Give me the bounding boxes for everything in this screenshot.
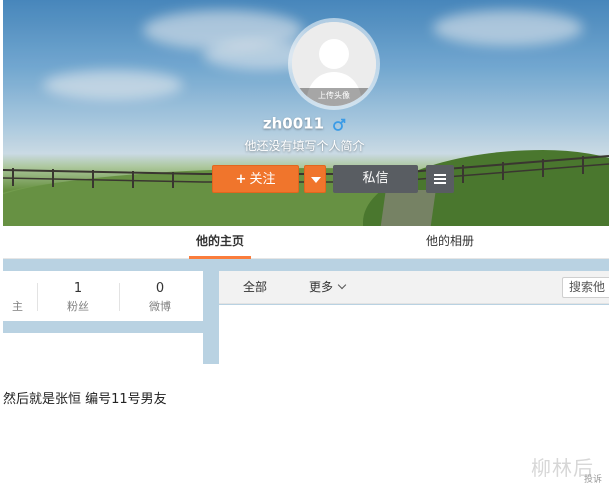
divider — [119, 283, 120, 311]
caret-down-icon — [311, 177, 321, 183]
male-gender-icon — [332, 117, 346, 131]
feed-more-label: 更多 — [309, 280, 334, 294]
stat-value: 0 — [155, 281, 165, 296]
info-card — [3, 333, 203, 364]
stat-label: 粉丝 — [67, 300, 89, 313]
stat-label: 主 — [12, 300, 23, 313]
stat-followers[interactable]: 1 粉丝 — [43, 281, 113, 314]
feed-content — [219, 305, 609, 364]
stat-partial[interactable]: 主 — [0, 281, 23, 314]
stat-value: 1 — [73, 281, 83, 296]
chevron-down-icon — [337, 280, 347, 290]
stats-card: 主 1 粉丝 0 微博 — [3, 271, 203, 321]
follow-button[interactable]: + 关注 — [212, 165, 299, 193]
stat-label: 微博 — [149, 300, 171, 313]
plus-icon: + — [235, 172, 247, 187]
follow-label: 关注 — [249, 172, 276, 187]
profile-bio: 他还没有填写个人简介 — [244, 139, 365, 153]
stat-posts[interactable]: 0 微博 — [125, 281, 195, 314]
message-button[interactable]: 私信 — [333, 165, 418, 193]
more-menu-button[interactable] — [426, 165, 454, 193]
menu-icon — [434, 174, 446, 176]
divider — [37, 283, 38, 311]
follow-options-button[interactable] — [304, 165, 326, 193]
username-row: zh0011 — [0, 113, 609, 135]
avatar[interactable]: 上传头像 — [288, 18, 380, 110]
tab-home[interactable]: 他的主页 — [189, 226, 251, 259]
username: zh0011 — [262, 114, 325, 133]
profile-tabs: 他的主页 他的相册 — [3, 226, 609, 259]
feed-search-input[interactable]: 搜索他 — [562, 277, 609, 298]
avatar-upload-label[interactable]: 上传头像 — [292, 88, 376, 106]
feed-filter-bar: 全部 更多 搜索他 — [219, 271, 609, 304]
avatar-image: 上传头像 — [292, 22, 376, 106]
article-caption: 然后就是张恒 编号11号男友 — [3, 392, 167, 407]
tab-album[interactable]: 他的相册 — [413, 226, 487, 259]
feed-tab-all[interactable]: 全部 — [243, 271, 267, 304]
report-link[interactable]: 投诉 — [584, 472, 602, 485]
feed-tab-more[interactable]: 更多 — [309, 271, 347, 304]
